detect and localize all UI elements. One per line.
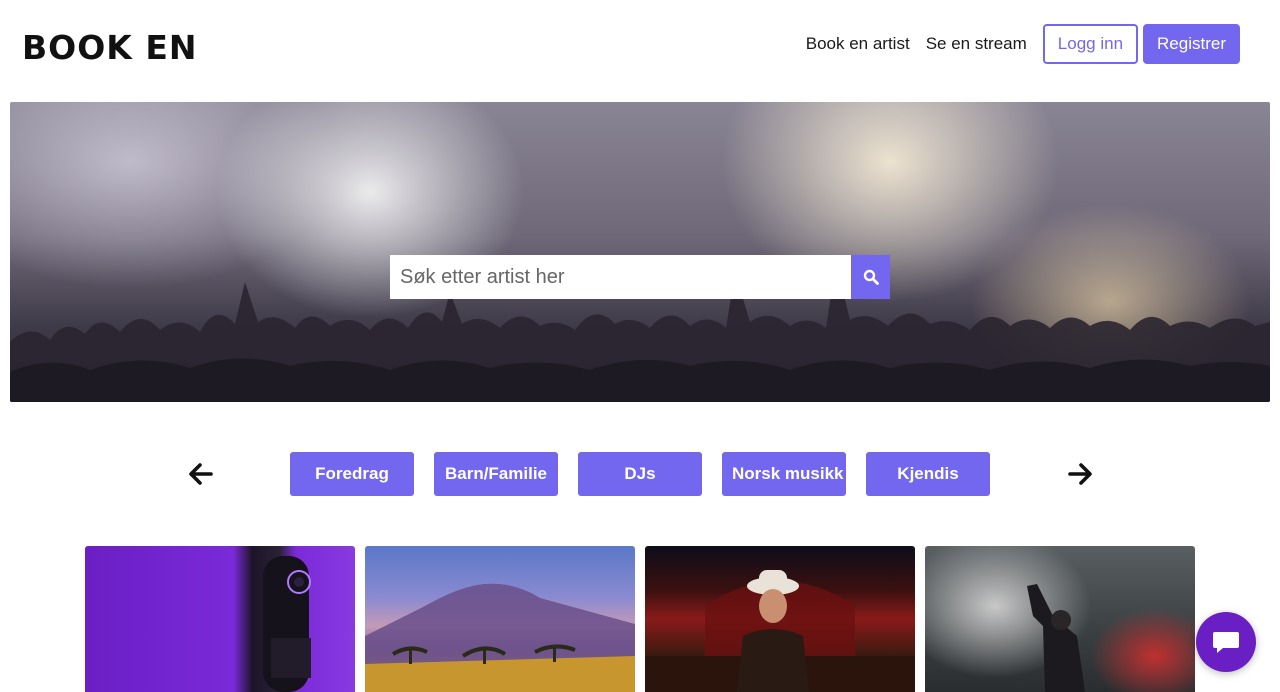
carousel-next-button[interactable]	[1066, 460, 1094, 488]
carousel-prev-button[interactable]	[187, 460, 215, 488]
artist-card-performer[interactable]	[925, 546, 1195, 692]
nav-link-book-artist[interactable]: Book en artist	[806, 24, 910, 64]
artist-search	[390, 255, 890, 299]
category-kjendis[interactable]: Kjendis	[866, 452, 990, 496]
site-logo[interactable]: BOOK EN	[22, 28, 197, 68]
country-singer-image	[645, 570, 915, 692]
hero-banner	[10, 102, 1270, 402]
chat-widget-button[interactable]	[1196, 612, 1256, 672]
performer-image	[1027, 584, 1085, 692]
chat-bubble-icon	[1213, 632, 1239, 653]
category-djs[interactable]: DJs	[578, 452, 702, 496]
arrow-left-icon	[189, 463, 213, 485]
microphone-image	[263, 556, 311, 692]
category-norsk-musikk[interactable]: Norsk musikk	[722, 452, 846, 496]
category-foredrag[interactable]: Foredrag	[290, 452, 414, 496]
search-button[interactable]	[851, 255, 890, 299]
register-button[interactable]: Registrer	[1143, 24, 1240, 64]
site-header: BOOK EN Book en artist Se en stream Logg…	[0, 0, 1280, 96]
artist-card-microphone[interactable]	[85, 546, 355, 692]
login-button[interactable]: Logg inn	[1042, 24, 1139, 64]
main-nav: Book en artist Se en stream Logg inn Reg…	[806, 24, 1240, 64]
artist-card-country-singer[interactable]	[645, 546, 915, 692]
nav-link-watch-stream[interactable]: Se en stream	[926, 24, 1027, 64]
arrow-right-icon	[1068, 463, 1092, 485]
search-input[interactable]	[390, 255, 851, 299]
mountain-image	[365, 583, 635, 692]
category-barn-familie[interactable]: Barn/Familie	[434, 452, 558, 496]
artist-card-landscape[interactable]	[365, 546, 635, 692]
search-icon	[863, 269, 879, 285]
category-carousel: Foredrag Barn/Familie DJs Norsk musikk K…	[0, 452, 1280, 496]
